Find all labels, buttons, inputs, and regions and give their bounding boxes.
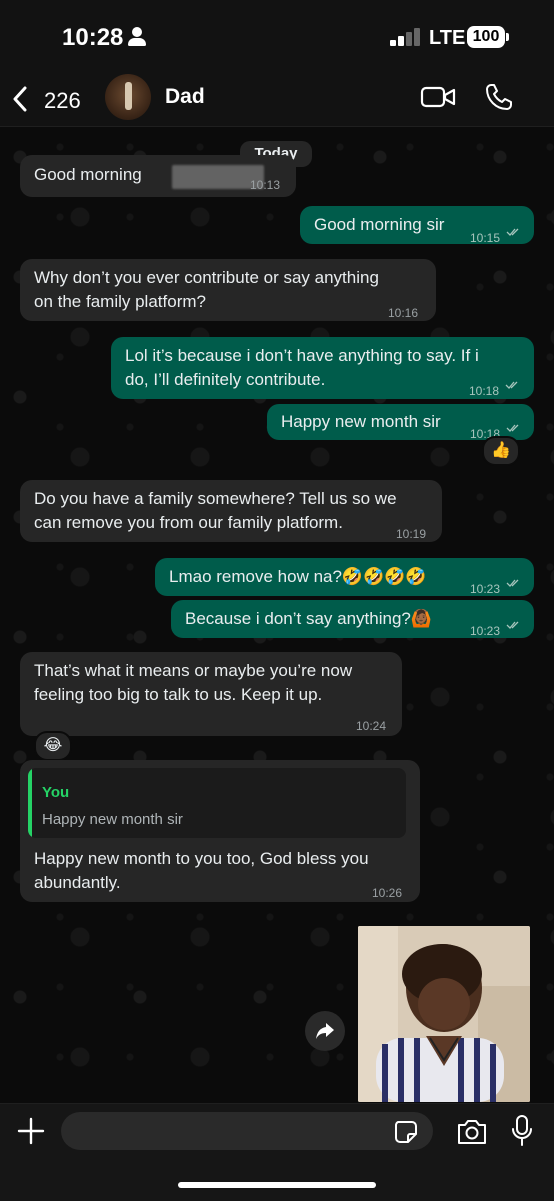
message-incoming[interactable]: Why don’t you ever contribute or say any… — [20, 259, 436, 321]
read-ticks-icon — [506, 228, 519, 236]
back-chevron-icon — [13, 86, 27, 112]
message-time: 10:13 — [250, 178, 281, 192]
message-incoming[interactable]: That’s what it means or maybe you’re now… — [20, 652, 402, 736]
plus-icon[interactable] — [16, 1116, 46, 1146]
message-text: do, I’ll definitely contribute. — [125, 370, 326, 389]
message-time: 10:23 — [470, 582, 501, 596]
phone-icon[interactable] — [484, 82, 514, 112]
forward-button[interactable] — [305, 1011, 345, 1051]
message-time: 10:15 — [470, 231, 501, 245]
sticker-image[interactable] — [358, 926, 530, 1102]
composer-bar — [0, 1103, 554, 1201]
message-time: 10:19 — [396, 527, 427, 541]
quoted-message[interactable]: You Happy new month sir — [28, 768, 406, 838]
home-indicator — [178, 1182, 376, 1188]
message-text: Why don’t you ever contribute or say any… — [34, 268, 379, 287]
person-icon — [128, 27, 146, 47]
signal-icon — [390, 28, 422, 46]
avatar[interactable] — [105, 74, 151, 120]
message-incoming[interactable]: Do you have a family somewhere? Tell us … — [20, 480, 442, 542]
message-text: on the family platform? — [34, 292, 206, 311]
message-text: Lol it’s because i don’t have anything t… — [125, 346, 479, 365]
contact-name[interactable]: Dad — [165, 85, 205, 109]
sticker-icon[interactable] — [394, 1120, 418, 1144]
read-ticks-icon — [506, 579, 519, 587]
reaction-badge[interactable]: 😂 — [34, 731, 72, 761]
sticker-picture — [358, 926, 530, 1102]
read-ticks-icon — [505, 381, 518, 389]
message-time: 10:16 — [388, 306, 419, 320]
message-time: 10:18 — [469, 384, 500, 398]
network-type: LTE — [429, 27, 466, 49]
message-text: Lmao remove how na?🤣🤣🤣🤣 — [169, 567, 427, 586]
message-outgoing[interactable]: Happy new month sir 10:18 — [267, 404, 534, 441]
message-text: Happy new month to you too, God bless yo… — [34, 849, 369, 868]
camera-icon[interactable] — [456, 1118, 488, 1146]
read-ticks-icon — [506, 424, 519, 432]
video-call-icon[interactable] — [420, 85, 456, 109]
quote-accent-bar — [28, 768, 32, 838]
forward-icon — [316, 1023, 334, 1039]
message-text: abundantly. — [34, 873, 121, 892]
message-input[interactable] — [61, 1112, 433, 1150]
message-outgoing[interactable]: Lol it’s because i don’t have anything t… — [111, 337, 534, 399]
mic-icon[interactable] — [510, 1114, 534, 1148]
message-text: Happy new month sir — [281, 412, 441, 431]
message-text: feeling too big to talk to us. Keep it u… — [34, 685, 323, 704]
message-incoming-reply[interactable]: You Happy new month sir Happy new month … — [20, 760, 420, 902]
message-text: can remove you from our family platform. — [34, 513, 343, 532]
message-text: Because i don’t say anything?🙆🏾 — [185, 609, 433, 628]
reaction-badge[interactable]: 👍 — [482, 436, 520, 466]
status-time: 10:28 — [62, 24, 124, 51]
message-time: 10:24 — [356, 719, 387, 733]
message-outgoing[interactable]: Lmao remove how na?🤣🤣🤣🤣 10:23 — [155, 558, 534, 596]
battery-tip — [506, 33, 509, 41]
message-outgoing[interactable]: Good morning sir 10:15 — [300, 206, 534, 245]
message-text: That’s what it means or maybe you’re now — [34, 661, 353, 680]
message-incoming[interactable]: Good morning 10:13 — [20, 155, 296, 197]
message-text: Do you have a family somewhere? Tell us … — [34, 489, 397, 508]
unread-count: 226 — [44, 88, 81, 113]
chat-header: 226 Dad — [0, 72, 554, 127]
message-time: 10:26 — [372, 886, 403, 900]
quote-text: Happy new month sir — [42, 811, 183, 828]
back-button[interactable]: 226 — [12, 81, 81, 117]
read-ticks-icon — [506, 621, 519, 629]
message-text: Good morning sir — [314, 215, 445, 234]
status-bar: 10:28 LTE 100 — [0, 0, 554, 72]
message-time: 10:23 — [470, 624, 501, 638]
battery-indicator: 100 — [467, 26, 505, 48]
message-outgoing[interactable]: Because i don’t say anything?🙆🏾 10:23 — [171, 600, 534, 638]
message-text: Good morning — [34, 165, 142, 184]
quote-author: You — [42, 784, 70, 801]
